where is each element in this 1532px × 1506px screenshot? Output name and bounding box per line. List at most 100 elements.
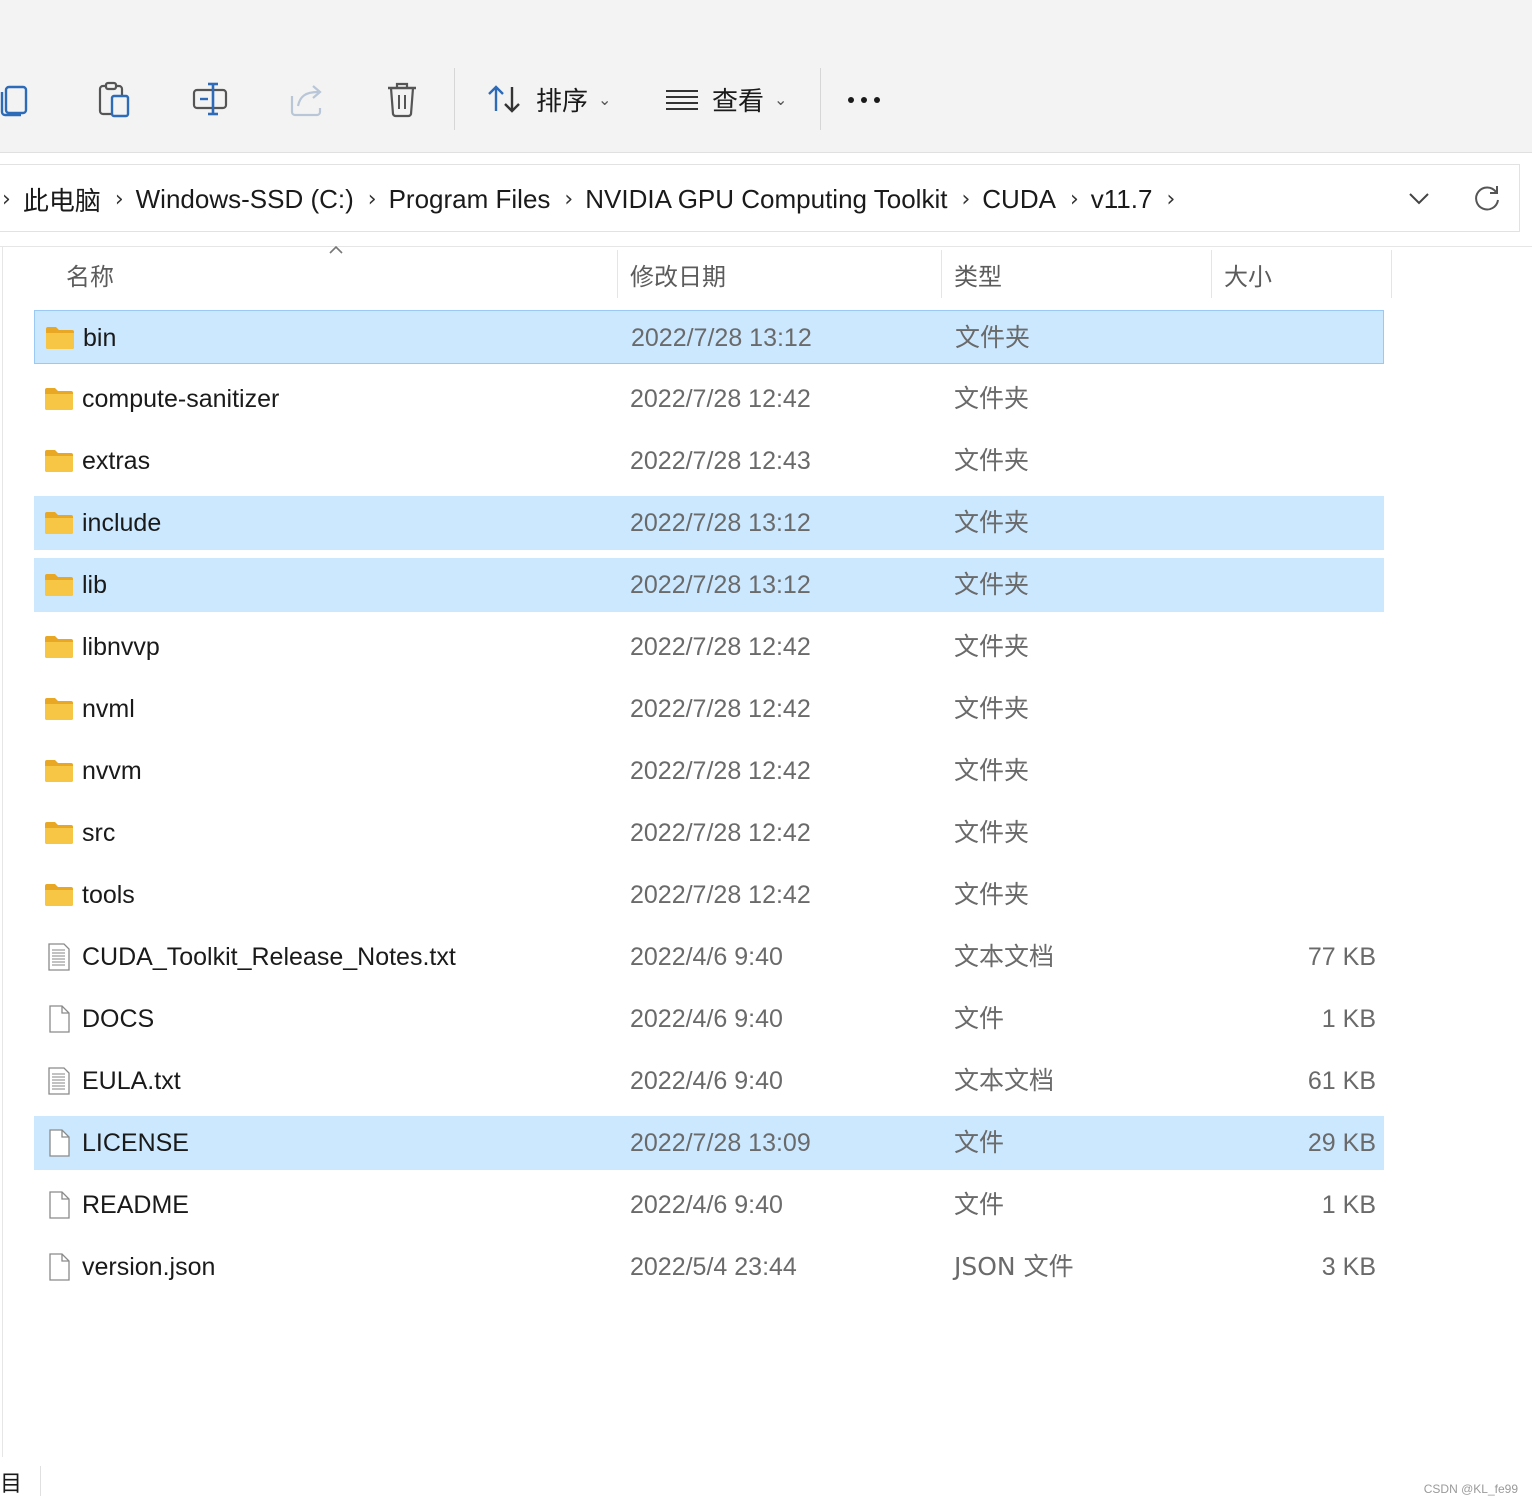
folder-row[interactable]: include 2022/7/28 13:12 文件夹: [34, 496, 1384, 550]
file-icon: [44, 1128, 74, 1158]
file-size: 77 KB: [1307, 943, 1376, 971]
file-size: 3 KB: [1321, 1253, 1376, 1281]
more-button[interactable]: [848, 80, 880, 120]
watermark: CSDN @KL_fe99: [1423, 1482, 1518, 1496]
view-menu-button[interactable]: 查看 ⌄: [664, 74, 787, 124]
folder-icon: [44, 632, 74, 662]
file-list: bin 2022/7/28 13:12 文件夹 compute-sanitizer 20…: [34, 310, 1384, 1302]
file-size: 29 KB: [1307, 1129, 1376, 1157]
breadcrumb: › 此电脑 › Windows-SSD (C:) › Program Files…: [0, 165, 1187, 233]
breadcrumb-drive[interactable]: Windows-SSD (C:): [136, 184, 364, 215]
folder-icon: [44, 694, 74, 724]
file-row[interactable]: EULA.txt 2022/4/6 9:40 文本文档 61 KB: [34, 1054, 1384, 1108]
pane-divider: [0, 246, 1532, 247]
file-name: CUDA_Toolkit_Release_Notes.txt: [82, 943, 456, 971]
rename-button[interactable]: [186, 74, 236, 124]
file-name: extras: [82, 447, 151, 475]
folder-row[interactable]: extras 2022/7/28 12:43 文件夹: [34, 434, 1384, 488]
file-row[interactable]: LICENSE 2022/7/28 13:09 文件 29 KB: [34, 1116, 1384, 1170]
folder-icon: [44, 818, 74, 848]
file-type: 文件夹: [954, 632, 1030, 661]
chevron-right-icon[interactable]: ›: [364, 187, 389, 212]
chevron-right-icon[interactable]: ›: [1162, 187, 1187, 212]
file-row[interactable]: DOCS 2022/4/6 9:40 文件 1 KB: [34, 992, 1384, 1046]
file-type: 文件: [954, 1004, 1005, 1033]
breadcrumb-program-files[interactable]: Program Files: [389, 184, 561, 215]
folder-row[interactable]: src 2022/7/28 12:42 文件夹: [34, 806, 1384, 860]
file-name: LICENSE: [82, 1129, 189, 1157]
refresh-button[interactable]: [1468, 179, 1506, 217]
column-divider[interactable]: [1391, 250, 1392, 298]
address-bar[interactable]: › 此电脑 › Windows-SSD (C:) › Program Files…: [0, 164, 1520, 232]
chevron-right-icon[interactable]: ›: [0, 187, 23, 212]
delete-icon: [388, 82, 416, 118]
column-header-date[interactable]: 修改日期: [630, 250, 726, 298]
file-date: 2022/7/28 13:12: [630, 509, 811, 537]
column-header-name[interactable]: 名称: [66, 250, 114, 298]
file-icon: [44, 1004, 74, 1034]
paste-button[interactable]: [90, 74, 140, 124]
copy-icon: [0, 85, 28, 117]
toolbar-separator: [454, 68, 455, 130]
more-icon: [848, 97, 854, 103]
breadcrumb-this-pc[interactable]: 此电脑: [23, 181, 111, 218]
address-history-button[interactable]: [1400, 179, 1438, 217]
chevron-down-icon: ⌄: [774, 89, 788, 109]
breadcrumb-cuda[interactable]: CUDA: [982, 184, 1066, 215]
file-type: 文件夹: [954, 508, 1030, 537]
file-name: src: [82, 819, 116, 847]
column-divider[interactable]: [941, 250, 942, 298]
breadcrumb-version[interactable]: v11.7: [1091, 184, 1163, 215]
file-type: 文件夹: [954, 880, 1030, 909]
file-date: 2022/7/28 12:42: [630, 819, 811, 847]
folder-row[interactable]: lib 2022/7/28 13:12 文件夹: [34, 558, 1384, 612]
folder-row[interactable]: tools 2022/7/28 12:42 文件夹: [34, 868, 1384, 922]
share-button[interactable]: [282, 74, 332, 124]
folder-icon: [44, 508, 74, 538]
folder-row[interactable]: nvml 2022/7/28 12:42 文件夹: [34, 682, 1384, 736]
file-date: 2022/7/28 13:12: [630, 571, 811, 599]
chevron-right-icon[interactable]: ›: [560, 187, 585, 212]
file-date: 2022/4/6 9:40: [630, 1067, 783, 1095]
file-date: 2022/4/6 9:40: [630, 943, 783, 971]
file-date: 2022/7/28 12:42: [630, 385, 811, 413]
file-row[interactable]: version.json 2022/5/4 23:44 JSON 文件 3 KB: [34, 1240, 1384, 1294]
column-divider[interactable]: [1211, 250, 1212, 298]
column-header-size[interactable]: 大小: [1224, 250, 1272, 298]
file-size: 61 KB: [1307, 1067, 1376, 1095]
folder-icon: [44, 384, 74, 414]
sort-label: 排序: [536, 86, 589, 117]
file-name: libnvvp: [82, 633, 160, 661]
file-type: 文件夹: [954, 756, 1030, 785]
column-header-type[interactable]: 类型: [954, 250, 1002, 298]
file-name: bin: [83, 324, 117, 352]
folder-icon: [44, 570, 74, 600]
sort-menu-button[interactable]: 排序 ⌄: [484, 74, 611, 124]
chevron-right-icon[interactable]: ›: [957, 187, 982, 212]
folder-icon: [44, 446, 74, 476]
refresh-icon: [1475, 186, 1499, 211]
text-file-icon: [44, 1066, 74, 1096]
text-file-icon: [44, 942, 74, 972]
folder-row[interactable]: compute-sanitizer 2022/7/28 12:42 文件夹: [34, 372, 1384, 426]
folder-icon: [45, 323, 75, 353]
delete-button[interactable]: [378, 74, 428, 124]
status-divider: [40, 1466, 41, 1496]
folder-row[interactable]: nvvm 2022/7/28 12:42 文件夹: [34, 744, 1384, 798]
file-row[interactable]: README 2022/4/6 9:40 文件 1 KB: [34, 1178, 1384, 1232]
copy-button[interactable]: [0, 74, 42, 124]
file-date: 2022/4/6 9:40: [630, 1191, 783, 1219]
file-row[interactable]: CUDA_Toolkit_Release_Notes.txt 2022/4/6 9…: [34, 930, 1384, 984]
breadcrumb-nvidia-toolkit[interactable]: NVIDIA GPU Computing Toolkit: [585, 184, 957, 215]
column-divider[interactable]: [617, 250, 618, 298]
folder-row[interactable]: bin 2022/7/28 13:12 文件夹: [34, 310, 1384, 364]
chevron-right-icon[interactable]: ›: [111, 187, 136, 212]
folder-icon: [44, 756, 74, 786]
rename-icon: [192, 82, 228, 116]
file-date: 2022/7/28 12:42: [630, 881, 811, 909]
folder-icon: [44, 880, 74, 910]
file-type: 文件: [954, 1128, 1005, 1157]
chevron-right-icon[interactable]: ›: [1066, 187, 1091, 212]
folder-row[interactable]: libnvvp 2022/7/28 12:42 文件夹: [34, 620, 1384, 674]
file-date: 2022/5/4 23:44: [630, 1253, 797, 1281]
